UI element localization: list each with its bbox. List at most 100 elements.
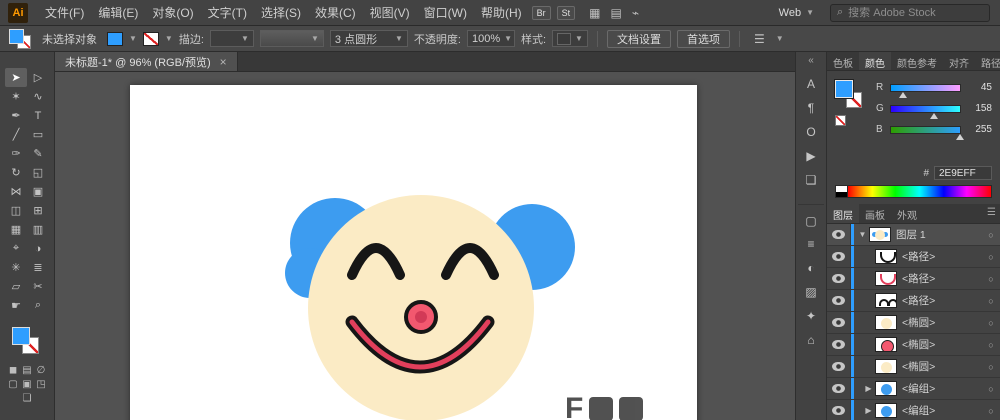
rectangle-tool[interactable]: ▭ — [27, 125, 49, 144]
target-circle[interactable]: ○ — [982, 362, 1000, 372]
slider-thumb[interactable] — [956, 134, 964, 140]
bridge-button[interactable]: Br — [532, 6, 551, 20]
layer-row[interactable]: <椭圆>○ — [827, 312, 1000, 334]
opacity-dropdown[interactable]: 100% ▼ — [467, 30, 515, 47]
transform-panel-icon[interactable]: ▢ — [798, 204, 824, 232]
selection-tool[interactable]: ➤ — [5, 68, 27, 87]
slider-thumb[interactable] — [930, 113, 938, 119]
visibility-toggle[interactable] — [827, 312, 851, 333]
gradient-panel-icon[interactable]: ◐ — [798, 256, 824, 280]
target-circle[interactable]: ○ — [982, 384, 1000, 394]
mesh-tool[interactable]: ▦ — [5, 220, 27, 239]
width-tool[interactable]: ⋈ — [5, 182, 27, 201]
brush-definition-dropdown[interactable]: ▼ — [260, 30, 324, 47]
gradient-tool[interactable]: ▥ — [27, 220, 49, 239]
direct-selection-tool[interactable]: ▷ — [27, 68, 49, 87]
menu-item-2[interactable]: 对象(O) — [145, 4, 200, 21]
panel-menu-icon[interactable]: ☰ — [983, 204, 1000, 223]
visibility-toggle[interactable] — [827, 356, 851, 377]
visibility-toggle[interactable] — [827, 268, 851, 289]
color-tab-2[interactable]: 颜色参考 — [891, 52, 943, 70]
target-circle[interactable]: ○ — [982, 296, 1000, 306]
gpu-performance-icon[interactable]: ⌁ — [632, 6, 639, 20]
none-mode-button[interactable]: ∅ — [36, 365, 47, 376]
channel-slider-r[interactable] — [890, 84, 961, 92]
black-white-swatches[interactable] — [835, 185, 847, 198]
layers-tab-2[interactable]: 外观 — [891, 204, 923, 223]
blend-tool[interactable]: ◑ — [27, 239, 49, 258]
zoom-tool[interactable]: ⌕ — [27, 296, 49, 315]
rotate-tool[interactable]: ↻ — [5, 163, 27, 182]
menu-item-8[interactable]: 帮助(H) — [474, 4, 529, 21]
libraries-panel-icon[interactable]: ⌂ — [798, 328, 824, 352]
menu-item-7[interactable]: 窗口(W) — [417, 4, 474, 21]
layer-row[interactable]: <椭圆>○ — [827, 334, 1000, 356]
color-tab-0[interactable]: 色板 — [827, 52, 859, 70]
close-tab-icon[interactable]: × — [220, 55, 227, 69]
target-circle[interactable]: ○ — [982, 318, 1000, 328]
line-segment-tool[interactable]: ╱ — [5, 125, 27, 144]
stroke-weight-dropdown[interactable]: ▼ — [210, 30, 254, 47]
free-transform-tool[interactable]: ▣ — [27, 182, 49, 201]
type-tool[interactable]: T — [27, 106, 49, 125]
disclosure-triangle[interactable]: ▶ — [862, 384, 875, 393]
disclosure-triangle[interactable]: ▶ — [862, 406, 875, 415]
visibility-toggle[interactable] — [827, 246, 851, 267]
target-circle[interactable]: ○ — [982, 230, 1000, 240]
workspace-switcher[interactable]: Web ▼ — [779, 7, 814, 19]
perspective-grid-tool[interactable]: ⊞ — [27, 201, 49, 220]
layer-row[interactable]: <路径>○ — [827, 246, 1000, 268]
preferences-button[interactable]: 首选项 — [677, 30, 730, 48]
visibility-toggle[interactable] — [827, 290, 851, 311]
collapse-panels-icon[interactable]: « — [808, 55, 814, 66]
fill-swatch[interactable] — [12, 327, 30, 345]
target-circle[interactable]: ○ — [982, 406, 1000, 416]
stroke-color-swatch[interactable] — [143, 32, 159, 46]
layer-row[interactable]: <路径>○ — [827, 268, 1000, 290]
visibility-toggle[interactable] — [827, 400, 851, 420]
paragraph-panel-icon[interactable]: ¶ — [798, 96, 824, 120]
layer-row[interactable]: <椭圆>○ — [827, 356, 1000, 378]
eyedropper-tool[interactable]: ⌖ — [5, 239, 27, 258]
stroke-panel-icon[interactable]: ≡ — [798, 232, 824, 256]
color-tab-3[interactable]: 对齐 — [943, 52, 975, 70]
color-fill-stroke-proxy[interactable] — [835, 79, 867, 163]
channel-slider-g[interactable] — [890, 105, 961, 113]
draw-normal-button[interactable]: ▢ — [8, 379, 19, 390]
layer-row[interactable]: ▼图层 1○ — [827, 224, 1000, 246]
layer-row[interactable]: <路径>○ — [827, 290, 1000, 312]
artboard-tool[interactable]: ▱ — [5, 277, 27, 296]
color-fill-swatch[interactable] — [835, 80, 853, 98]
menu-item-5[interactable]: 效果(C) — [308, 4, 363, 21]
color-tab-1[interactable]: 颜色 — [859, 52, 891, 70]
control-panel-menu-icon[interactable]: ☰ — [754, 32, 765, 46]
style-dropdown[interactable]: ▼ — [552, 30, 588, 47]
target-circle[interactable]: ○ — [982, 274, 1000, 284]
search-input[interactable] — [848, 7, 983, 19]
visibility-toggle[interactable] — [827, 224, 851, 245]
layers-tab-1[interactable]: 画板 — [859, 204, 891, 223]
fill-dropdown-icon[interactable]: ▼ — [129, 34, 137, 43]
draw-inside-button[interactable]: ◳ — [36, 379, 47, 390]
pen-tool[interactable]: ✒ — [5, 106, 27, 125]
lasso-tool[interactable]: ∿ — [27, 87, 49, 106]
actions-panel-icon[interactable]: ▶ — [798, 144, 824, 168]
fill-stroke-proxy[interactable] — [8, 28, 34, 50]
black-swatch[interactable] — [836, 192, 847, 198]
channel-slider-b[interactable] — [890, 126, 961, 134]
color-spectrum-bar[interactable] — [847, 185, 992, 198]
gradient-mode-button[interactable]: ▤ — [22, 365, 33, 376]
paintbrush-tool[interactable]: ✑ — [5, 144, 27, 163]
artboard[interactable] — [130, 85, 697, 420]
hand-tool[interactable]: ☛ — [5, 296, 27, 315]
stroke-dropdown-icon[interactable]: ▼ — [165, 34, 173, 43]
layer-row[interactable]: ▶<编组>○ — [827, 400, 1000, 420]
fill-color-swatch[interactable] — [107, 32, 123, 46]
layer-row[interactable]: ▶<编组>○ — [827, 378, 1000, 400]
none-swatch[interactable] — [835, 115, 846, 126]
scale-tool[interactable]: ◱ — [27, 163, 49, 182]
color-tab-4[interactable]: 路径查找器 — [975, 52, 1000, 70]
menu-item-4[interactable]: 选择(S) — [254, 4, 308, 21]
screen-mode-button[interactable]: ❏ — [22, 393, 33, 404]
toolbar-fill-stroke[interactable] — [12, 327, 42, 357]
